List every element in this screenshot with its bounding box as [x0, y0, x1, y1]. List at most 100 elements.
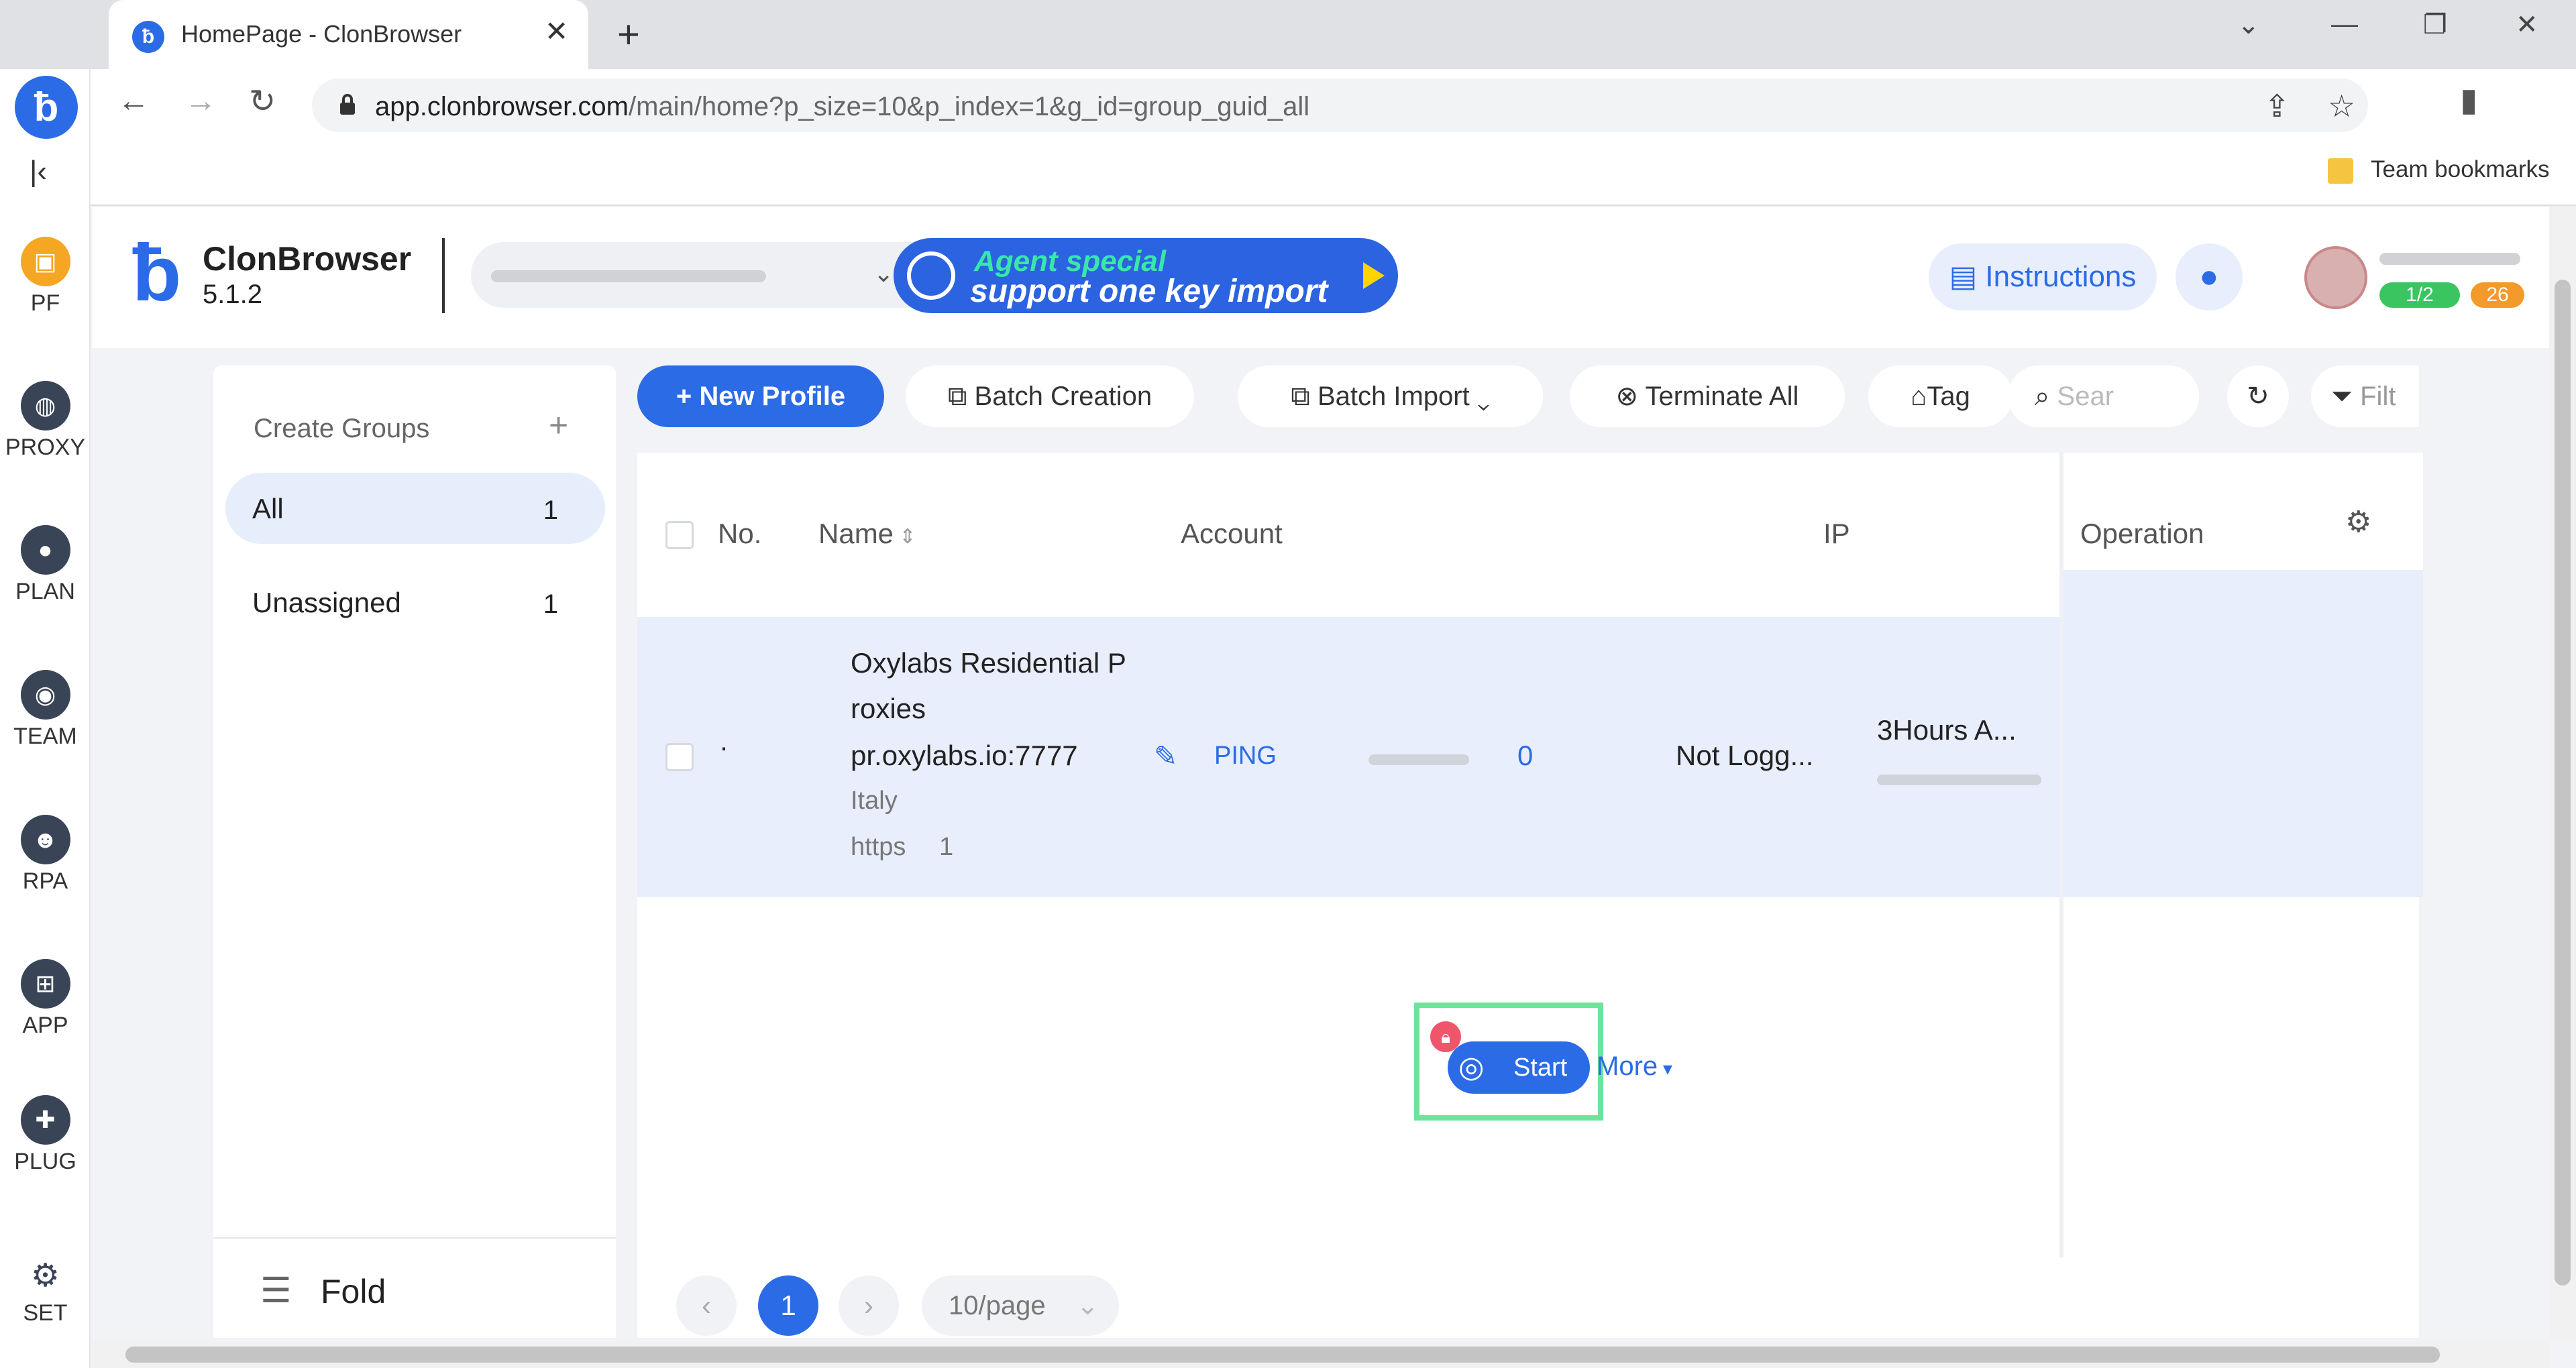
terminate-all-button[interactable]: ⊗ Terminate All: [1570, 365, 1845, 427]
tab-title: HomePage - ClonBrowser: [181, 20, 462, 48]
bookmarks-bar: Team bookmarks: [91, 141, 2576, 206]
search-input[interactable]: ⌕ Sear: [2008, 365, 2199, 427]
rail-item-team[interactable]: ◉ TEAM: [0, 670, 91, 750]
globe-icon: ◍: [20, 381, 70, 431]
new-tab-button[interactable]: +: [617, 12, 640, 57]
close-window-button[interactable]: ✕: [2516, 9, 2538, 40]
rail-label: PF: [30, 290, 60, 316]
next-page-icon[interactable]: ›: [839, 1275, 899, 1336]
batch-icon: ⧉: [947, 382, 975, 411]
caret-down-icon: ▾: [1658, 1058, 1672, 1079]
left-rail: ƀ |‹ ▣ PF ◍ PROXY ● PLAN ◉ TEAM ☻ RPA ⊞ …: [0, 69, 91, 1368]
rail-label: TEAM: [13, 724, 77, 749]
row-no: ·: [719, 731, 729, 762]
refresh-icon: ↻: [2247, 382, 2269, 411]
proxy-host: pr.oxylabs.io:7777: [851, 740, 1078, 771]
side-panel-icon[interactable]: ▮: [2460, 81, 2477, 119]
group-name: Unassigned: [252, 587, 401, 618]
search-placeholder: Sear: [2057, 382, 2114, 411]
rail-item-plan[interactable]: ● PLAN: [0, 525, 91, 605]
restore-button[interactable]: ❐: [2423, 9, 2447, 40]
rail-item-pf[interactable]: ▣ PF: [0, 237, 91, 317]
user-center-icon[interactable]: ●: [2176, 243, 2243, 310]
rail-item-proxy[interactable]: ◍ PROXY: [0, 381, 91, 461]
tag-icon: ⌂: [1911, 382, 1927, 411]
more-button[interactable]: More ▾: [1597, 1051, 1672, 1082]
browser-tab[interactable]: ƀ HomePage - ClonBrowser ✕: [109, 0, 588, 69]
plugin-icon: ✚: [20, 1095, 70, 1145]
app-header: ƀ ClonBrowser 5.1.2 ⌄ Agent special supp…: [92, 207, 2549, 348]
minimize-button[interactable]: —: [2331, 9, 2358, 40]
workspace-select[interactable]: ⌄: [471, 242, 947, 308]
filter-button[interactable]: ⏷ Filt: [2311, 365, 2419, 427]
address-bar[interactable]: app.clonbrowser.com/main/home?p_size=10&…: [312, 78, 2368, 132]
terminate-icon: ⊗: [1615, 382, 1646, 411]
horizontal-scroll-thumb[interactable]: [125, 1347, 2440, 1363]
bookmark-star-icon[interactable]: ☆: [2328, 88, 2355, 124]
url-text: app.clonbrowser.com/main/home?p_size=10&…: [375, 92, 1309, 122]
new-profile-button[interactable]: + New Profile: [637, 365, 884, 427]
start-button[interactable]: ◎ Start: [1448, 1041, 1590, 1094]
page-size-select[interactable]: 10/page ⌄: [922, 1275, 1119, 1336]
promo-banner[interactable]: Agent special support one key import: [894, 238, 1398, 313]
group-name: All: [252, 493, 284, 524]
vertical-scrollbar[interactable]: [2549, 206, 2576, 1341]
batch-import-button[interactable]: ⧉ Batch Import ⌄: [1238, 365, 1543, 427]
horizontal-scrollbar[interactable]: [92, 1341, 2549, 1368]
header-name[interactable]: Name ⇕: [818, 518, 916, 550]
operation-column: Operation ⚙: [2059, 453, 2423, 1257]
account-name-redacted: [2379, 253, 2520, 265]
avatar[interactable]: [2304, 246, 2367, 309]
import-icon: ⧉: [1291, 382, 1318, 411]
play-icon: [1363, 262, 1385, 289]
group-item-all[interactable]: All 1: [225, 473, 605, 544]
edit-icon[interactable]: ✎: [1154, 740, 1177, 773]
tab-search-chevron-icon[interactable]: ⌄: [2237, 9, 2260, 40]
rail-label: PLUG: [14, 1149, 76, 1174]
lock-icon: 🔒︎: [1430, 1021, 1461, 1052]
add-group-button[interactable]: +: [549, 406, 568, 445]
column-settings-icon[interactable]: ⚙: [2345, 505, 2371, 539]
lock-icon: [340, 94, 355, 115]
reload-icon[interactable]: ↻: [249, 82, 276, 120]
rail-label: APP: [22, 1013, 68, 1038]
back-icon[interactable]: ←: [117, 82, 150, 119]
select-all-checkbox[interactable]: [665, 521, 694, 549]
rail-item-plug[interactable]: ✚ PLUG: [0, 1095, 91, 1175]
fold-button[interactable]: ☰ Fold: [213, 1237, 616, 1338]
ip-time: 3Hours A...: [1877, 714, 2017, 746]
page-size-label: 10/page: [949, 1291, 1046, 1320]
group-item-unassigned[interactable]: Unassigned 1: [225, 567, 605, 638]
filter-label: Filt: [2360, 382, 2396, 411]
operation-header: Operation ⚙: [2063, 453, 2423, 570]
tag-button[interactable]: ⌂Tag: [1868, 365, 2012, 427]
row-checkbox[interactable]: [665, 743, 694, 771]
share-icon[interactable]: ⇪: [2264, 88, 2290, 124]
clonbrowser-logo-icon: ƀ: [132, 228, 182, 318]
collapse-rail-icon[interactable]: |‹: [30, 155, 47, 188]
prev-page-icon[interactable]: ‹: [676, 1275, 737, 1336]
folder-icon: [2328, 158, 2353, 184]
rail-item-app[interactable]: ⊞ APP: [0, 959, 91, 1039]
refresh-button[interactable]: ↻: [2227, 365, 2289, 427]
batch-creation-label: Batch Creation: [974, 382, 1152, 411]
browser-toolbar: ← → ↻ app.clonbrowser.com/main/home?p_si…: [91, 69, 2576, 141]
instructions-button[interactable]: ▤ Instructions: [1929, 243, 2157, 310]
forward-icon[interactable]: →: [184, 82, 217, 119]
tab-close-icon[interactable]: ✕: [545, 15, 568, 48]
team-bookmarks[interactable]: Team bookmarks: [2328, 156, 2549, 184]
batch-creation-button[interactable]: ⧉ Batch Creation: [906, 365, 1194, 427]
workspace-name-redacted: [491, 270, 766, 282]
rail-item-set[interactable]: ⚙ SET: [0, 1256, 91, 1326]
vertical-scroll-thumb[interactable]: [2555, 280, 2571, 1286]
proxy-protocol: https: [851, 833, 906, 861]
rail-item-rpa[interactable]: ☻ RPA: [0, 815, 91, 895]
groups-title: Create Groups: [254, 414, 430, 443]
groups-panel: Create Groups + All 1 Unassigned 1: [213, 365, 616, 1338]
rail-label: PLAN: [15, 579, 75, 604]
ping-button[interactable]: PING: [1214, 742, 1277, 771]
clonbrowser-logo-icon[interactable]: ƀ: [15, 76, 78, 139]
page-button-current[interactable]: 1: [758, 1275, 818, 1336]
more-label: More: [1597, 1051, 1658, 1081]
apps-icon: ⊞: [20, 959, 70, 1009]
